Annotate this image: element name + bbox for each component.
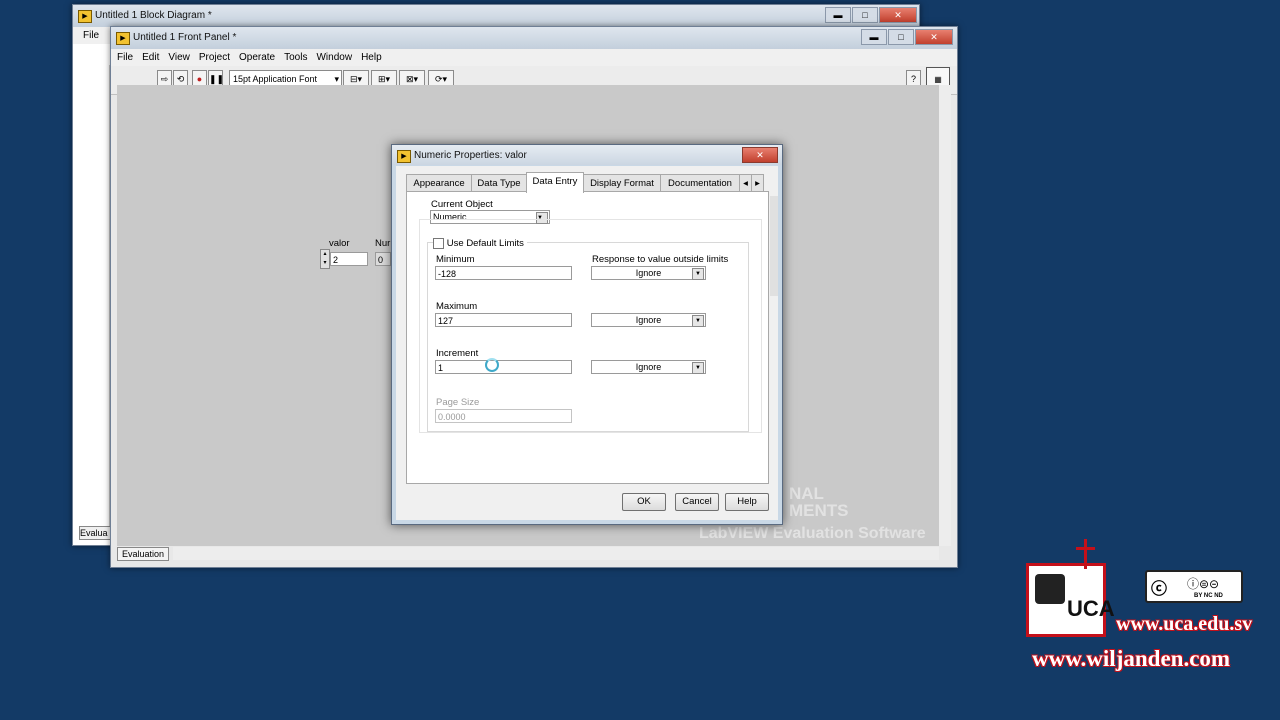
tab-data-entry[interactable]: Data Entry <box>526 172 584 193</box>
tab-data-type[interactable]: Data Type <box>471 174 527 192</box>
menu-project[interactable]: Project <box>199 52 230 63</box>
labview-icon: ▶ <box>78 10 92 23</box>
menu-view[interactable]: View <box>168 52 190 63</box>
chevron-down-icon: ▼ <box>692 362 704 374</box>
uca-logo-text: UCA <box>1067 596 1115 621</box>
busy-cursor-icon <box>485 358 499 372</box>
vertical-scrollbar[interactable] <box>939 85 951 546</box>
numeric-properties-dialog[interactable]: ▶ Numeric Properties: valor ✕ Appearance… <box>391 144 783 525</box>
by-nc-nd-icons: ⓘ⊜⊝ <box>1187 577 1220 591</box>
menu-tools[interactable]: Tools <box>284 52 307 63</box>
use-default-limits-checkbox[interactable] <box>433 238 444 249</box>
front-panel-status: Evaluation <box>117 547 169 561</box>
dialog-scrollbar[interactable] <box>770 196 778 296</box>
front-panel-title: Untitled 1 Front Panel * <box>133 32 237 43</box>
response-increment-value: Ignore <box>635 362 662 372</box>
response-label: Response to value outside limits <box>592 254 729 265</box>
watermark-line3: LabVIEW Evaluation Software <box>699 525 926 542</box>
increment-input[interactable]: 1 <box>435 360 572 374</box>
cc-text: BY NC ND <box>1194 593 1223 599</box>
tab-appearance[interactable]: Appearance <box>406 174 472 192</box>
wiljanden-website: www.wiljanden.com <box>1032 646 1231 671</box>
dialog-title: Numeric Properties: valor <box>414 150 527 161</box>
dialog-close-icon[interactable]: ✕ <box>742 147 778 163</box>
menu-help[interactable]: Help <box>361 52 382 63</box>
maximum-label: Maximum <box>436 301 478 312</box>
front-panel-window-controls: ▬ □ ✕ <box>860 29 953 45</box>
data-entry-page: Current Object Numeric ▼ Use Default Lim… <box>406 191 769 484</box>
watermark-line2: MENTS <box>789 501 849 520</box>
minimum-label: Minimum <box>436 254 475 265</box>
front-panel-menubar: File Edit View Project Operate Tools Win… <box>111 49 957 66</box>
response-maximum-value: Ignore <box>635 315 662 325</box>
response-increment-select[interactable]: Ignore ▼ <box>591 360 706 374</box>
cc-license-badge: ⓒ ⓘ⊜⊝ BY NC ND <box>1145 570 1243 603</box>
block-diagram-titlebar[interactable]: ▶ Untitled 1 Block Diagram * ▬ □ ✕ <box>73 5 919 27</box>
menu-operate[interactable]: Operate <box>239 52 275 63</box>
tab-documentation[interactable]: Documentation <box>660 174 740 192</box>
default-limits-row: Use Default Limits <box>433 238 527 250</box>
block-diagram-left-strip <box>73 65 110 527</box>
dialog-titlebar[interactable]: ▶ Numeric Properties: valor ✕ <box>392 145 782 165</box>
use-default-limits-label: Use Default Limits <box>446 238 524 249</box>
numeric-indicator: 0 <box>375 252 391 266</box>
minimize-icon[interactable]: ▬ <box>825 7 851 23</box>
response-minimum-value: Ignore <box>635 268 662 278</box>
close-icon[interactable]: ✕ <box>879 7 917 23</box>
increment-arrows[interactable]: ▴ ▾ <box>320 249 330 269</box>
increment-label: Increment <box>436 348 479 359</box>
front-panel-titlebar[interactable]: ▶ Untitled 1 Front Panel * ▬ □ ✕ <box>111 27 957 49</box>
chevron-down-icon: ▼ <box>692 268 704 280</box>
response-minimum-select[interactable]: Ignore ▼ <box>591 266 706 280</box>
menu-file[interactable]: File <box>83 30 99 41</box>
tab-scroll-right-icon[interactable]: ▸ <box>751 174 764 192</box>
uca-website: www.uca.edu.sv <box>1116 613 1253 635</box>
horizontal-scrollbar[interactable] <box>173 547 939 560</box>
current-object-label: Current Object <box>431 199 493 210</box>
minimize-icon[interactable]: ▬ <box>861 29 887 45</box>
indicator-label: Nur <box>375 238 391 249</box>
cc-icon: ⓒ <box>1151 581 1168 598</box>
block-diagram-window-controls: ▬ □ ✕ <box>824 7 917 23</box>
owl-icon <box>1035 574 1065 604</box>
maximize-icon[interactable]: □ <box>888 29 914 45</box>
cross-icon <box>1074 539 1096 569</box>
maximum-input[interactable]: 127 <box>435 313 572 327</box>
menu-edit[interactable]: Edit <box>142 52 159 63</box>
uca-logo: UCA <box>1026 563 1115 637</box>
cancel-button[interactable]: Cancel <box>675 493 719 511</box>
block-diagram-title: Untitled 1 Block Diagram * <box>95 10 212 21</box>
labview-icon: ▶ <box>397 150 411 163</box>
maximize-icon[interactable]: □ <box>852 7 878 23</box>
minimum-input[interactable]: -128 <box>435 266 572 280</box>
menu-file[interactable]: File <box>117 52 133 63</box>
response-maximum-select[interactable]: Ignore ▼ <box>591 313 706 327</box>
page-size-label: Page Size <box>436 397 480 408</box>
control-label: valor <box>329 238 350 249</box>
tab-display-format[interactable]: Display Format <box>583 174 661 192</box>
close-icon[interactable]: ✕ <box>915 29 953 45</box>
labview-icon: ▶ <box>116 32 130 45</box>
page-size-input: 0.0000 <box>435 409 572 423</box>
dialog-body: Appearance Data Type Data Entry Display … <box>396 166 778 520</box>
block-diagram-status: Evalua <box>79 526 111 540</box>
chevron-down-icon: ▼ <box>692 315 704 327</box>
ok-button[interactable]: OK <box>622 493 666 511</box>
font-selector-value: 15pt Application Font <box>233 74 318 84</box>
help-button[interactable]: Help <box>725 493 769 511</box>
numeric-control[interactable]: 2 <box>330 252 368 266</box>
menu-window[interactable]: Window <box>316 52 352 63</box>
